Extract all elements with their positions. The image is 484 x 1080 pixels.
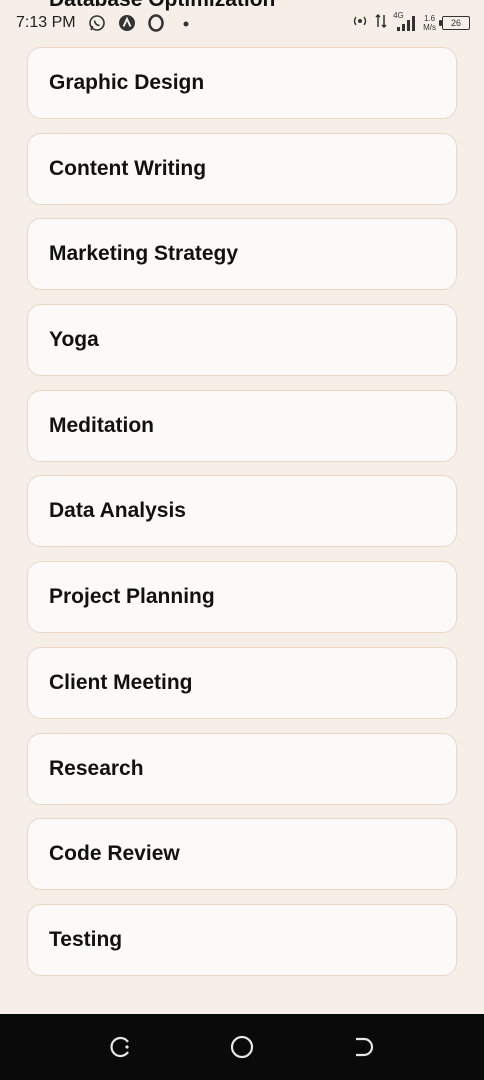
list-item-label: Code Review: [49, 842, 180, 866]
list-item[interactable]: Content Writing: [27, 132, 457, 205]
list-item-label: Meditation: [49, 413, 154, 437]
screen: Database Optimization 7:13 PM: [0, 0, 484, 1080]
network-speed-unit: M/s: [423, 22, 436, 32]
back-button[interactable]: [350, 1034, 376, 1060]
recent-apps-button[interactable]: [108, 1034, 134, 1060]
system-navigation-bar: [0, 1014, 484, 1080]
list-item[interactable]: Client Meeting: [27, 646, 457, 719]
status-bar: 7:13 PM 4G 1.6 M/s 26: [0, 0, 484, 40]
list-item-label: Content Writing: [49, 156, 207, 180]
status-right-group: 4G 1.6 M/s 26: [351, 11, 470, 32]
list-item[interactable]: Meditation: [27, 389, 457, 462]
task-list: Graphic Design Content Writing Marketing…: [27, 47, 457, 990]
list-item[interactable]: Research: [27, 732, 457, 805]
status-time: 7:13 PM: [16, 14, 76, 31]
list-item-label: Marketing Strategy: [49, 242, 239, 266]
battery-level: 26: [450, 17, 461, 28]
list-item-label: Testing: [49, 927, 123, 951]
battery-icon: 26: [439, 15, 470, 30]
opera-icon: [148, 14, 164, 32]
hotspot-icon: [351, 14, 369, 31]
list-item-label: Research: [49, 756, 144, 780]
list-item[interactable]: Graphic Design: [27, 47, 457, 119]
list-item-label: Project Planning: [49, 585, 215, 609]
more-notifications-dot-icon: [182, 14, 190, 32]
list-item[interactable]: Project Planning: [27, 561, 457, 634]
back-icon: [356, 1037, 374, 1057]
list-item[interactable]: Code Review: [27, 818, 457, 891]
list-item[interactable]: Testing: [27, 903, 457, 976]
network-speed: 1.6 M/s: [423, 14, 436, 32]
list-item-label: Yoga: [49, 328, 99, 352]
whatsapp-icon: [88, 14, 106, 32]
list-item-label: Data Analysis: [49, 499, 186, 523]
list-item[interactable]: Marketing Strategy: [27, 218, 457, 291]
list-item-label: Graphic Design: [49, 71, 205, 94]
list-item-label: Client Meeting: [49, 670, 193, 694]
data-transfer-icon: [375, 13, 387, 32]
app-notification-icon: [118, 14, 136, 32]
home-icon: [230, 1035, 254, 1059]
signal-4g-icon: 4G: [393, 11, 417, 32]
list-item[interactable]: Yoga: [27, 304, 457, 377]
recent-apps-icon: [110, 1036, 129, 1058]
network-speed-value: 1.6: [423, 13, 436, 23]
home-button[interactable]: [229, 1034, 255, 1060]
list-item[interactable]: Data Analysis: [27, 475, 457, 548]
